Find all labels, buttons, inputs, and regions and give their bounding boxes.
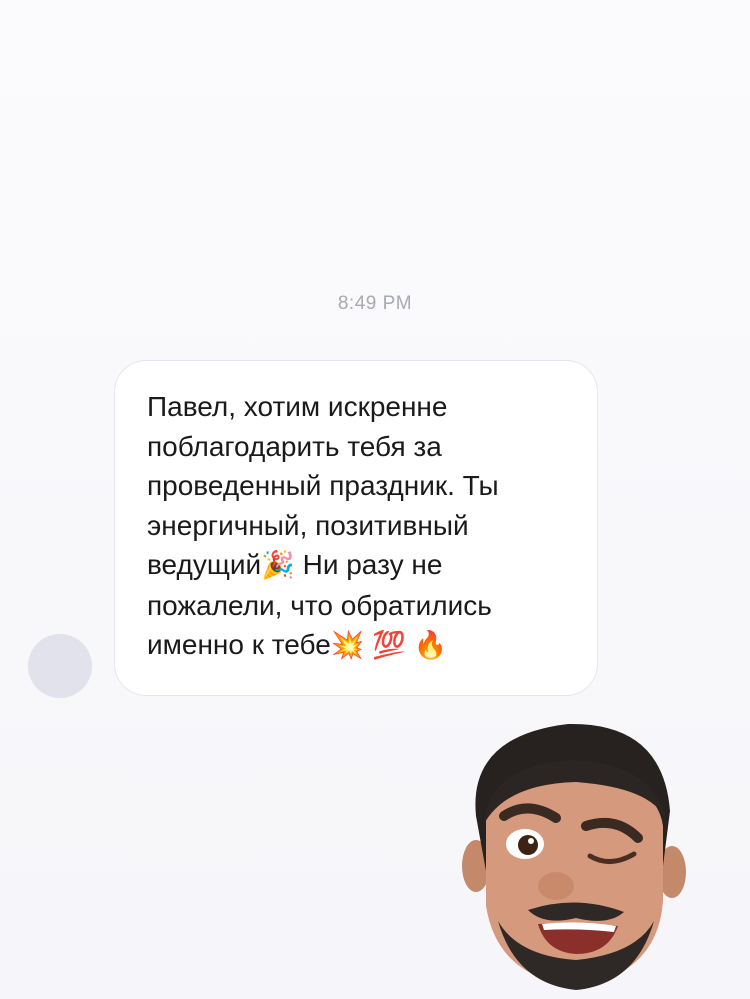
message-line: поблагодарить тебя за — [147, 430, 442, 462]
avatar-placeholder-icon[interactable] — [28, 634, 92, 698]
hundred-points-icon: 💯 — [372, 630, 406, 661]
message-line: Павел, хотим искренне — [147, 391, 448, 422]
message-timestamp: 8:49 PM — [337, 293, 413, 314]
message-line: проведенный праздник. Ты — [147, 470, 499, 501]
message-text: Ни разу не — [294, 549, 443, 580]
message-line: энергичный, позитивный — [147, 509, 469, 541]
message-text: именно к тебе — [147, 629, 331, 660]
message-line-with-emoji: ведущий🎉 Ни разу не — [147, 545, 567, 586]
collision-icon: 💥 — [330, 630, 365, 661]
party-popper-icon: 🎉 — [261, 550, 295, 581]
message-text: ведущий — [147, 549, 262, 580]
incoming-message-bubble[interactable]: Павел, хотим искренне поблагодарить тебя… — [114, 360, 598, 696]
message-line-with-emoji: именно к тебе💥 💯 🔥 — [147, 625, 567, 666]
message-line: пожалели, что обратились — [147, 589, 492, 621]
chat-thread[interactable]: 8:49 PM Павел, хотим искренне поблагодар… — [0, 0, 750, 999]
winking-memoji-icon[interactable] — [458, 716, 688, 999]
fire-icon: 🔥 — [413, 630, 448, 661]
